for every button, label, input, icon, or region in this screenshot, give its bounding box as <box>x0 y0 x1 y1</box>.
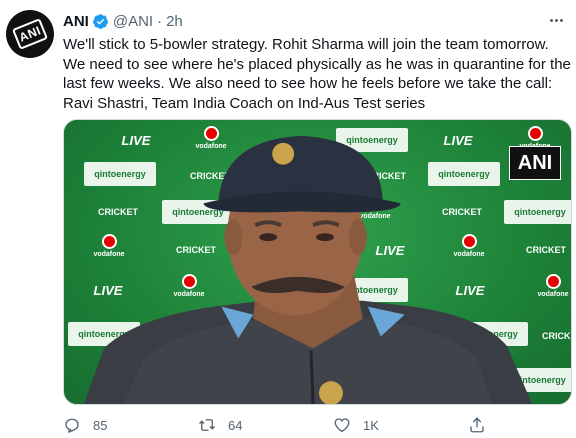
speaker-figure <box>83 135 533 404</box>
timestamp[interactable]: 2h <box>166 13 183 30</box>
avatar[interactable]: ANI <box>6 10 54 58</box>
tweet-text-line: last few weeks. We also need to see how … <box>63 75 553 92</box>
tweet-text: We'll stick to 5-bowler strategy. Rohit … <box>63 35 571 113</box>
tweet-card[interactable]: ANI ANI @ANI · 2h We'll stick to 5-bowle… <box>0 0 576 438</box>
share-icon <box>470 417 484 433</box>
separator-dot: · <box>157 12 163 30</box>
tweet-text-line: We need to see where he's placed physica… <box>63 55 571 73</box>
tweet-text-line: Ravi Shastri, Team India Coach on Ind-Au… <box>63 94 426 112</box>
tweet-media-image[interactable]: LIVE vodafone CRICKET qintoenergy LIVE v… <box>63 119 572 405</box>
tweet-text-line: We'll stick to 5-bowler strategy. Rohit … <box>63 36 549 53</box>
ani-watermark: ANI <box>509 146 561 180</box>
avatar-logo-text: ANI <box>17 23 43 45</box>
more-options-icon[interactable] <box>546 10 566 30</box>
retweet-button[interactable]: 64 <box>198 414 242 436</box>
like-count: 1K <box>363 417 379 433</box>
tweet-actions: 85 64 1K <box>63 414 543 436</box>
reply-icon <box>65 418 79 434</box>
like-icon <box>334 418 350 433</box>
author-name[interactable]: ANI <box>63 13 89 30</box>
like-button[interactable]: 1K <box>333 414 379 436</box>
retweet-count: 64 <box>228 417 243 433</box>
reply-count: 85 <box>93 417 108 433</box>
author-handle[interactable]: @ANI <box>113 13 153 30</box>
tweet-header: ANI @ANI · 2h <box>63 11 183 31</box>
share-button[interactable] <box>468 414 486 436</box>
reply-button[interactable]: 85 <box>63 414 107 436</box>
retweet-icon <box>199 419 215 431</box>
verified-badge-icon <box>92 13 108 29</box>
